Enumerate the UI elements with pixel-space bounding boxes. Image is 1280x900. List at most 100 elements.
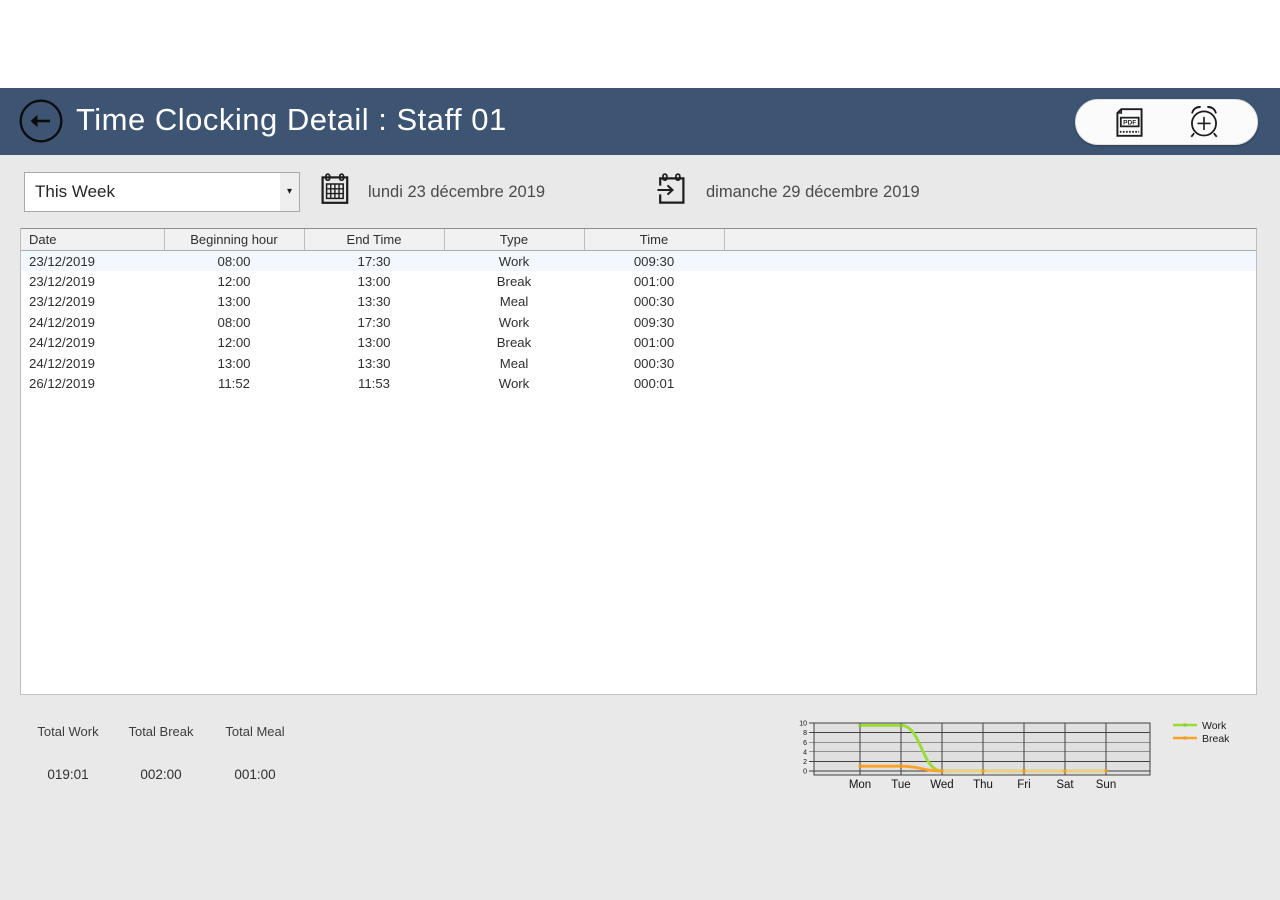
table-cell: 13:30 (304, 353, 444, 373)
chevron-down-icon: ▾ (287, 187, 292, 197)
export-pdf-button[interactable]: PDF (1107, 102, 1151, 142)
total-work-stat: Total Work 019:01 (20, 724, 116, 782)
header-actions: PDF (1075, 99, 1258, 145)
table-cell: 000:30 (584, 292, 724, 312)
total-work-label: Total Work (20, 724, 116, 739)
weekly-hours-chart: 0 2 4 6 8 10 Mon Tue Wed Thu Fri Sat Sun WorkBreak (790, 700, 1260, 800)
start-date-label: lundi 23 décembre 2019 (368, 172, 545, 212)
table-cell: 12:00 (164, 333, 304, 353)
start-date-picker[interactable] (320, 173, 350, 209)
svg-text:Sat: Sat (1056, 779, 1074, 791)
table-cell: 009:30 (584, 312, 724, 332)
table-cell: 000:30 (584, 353, 724, 373)
total-meal-value: 001:00 (207, 767, 303, 782)
table-cell: Break (444, 271, 584, 291)
time-entries-table: DateBeginning hourEnd TimeTypeTime 23/12… (20, 228, 1257, 695)
svg-text:10: 10 (799, 721, 807, 728)
table-cell: 17:30 (304, 312, 444, 332)
table-cell (724, 353, 1256, 373)
svg-text:6: 6 (803, 740, 807, 747)
table-cell (724, 271, 1256, 291)
column-header[interactable]: End Time (304, 229, 444, 251)
chart-legend: WorkBreak (1173, 720, 1230, 745)
table-cell: 24/12/2019 (21, 353, 164, 373)
table-row[interactable]: 23/12/201908:0017:30Work009:30 (21, 251, 1256, 272)
table-cell: 17:30 (304, 251, 444, 272)
table-header-row: DateBeginning hourEnd TimeTypeTime (21, 229, 1256, 251)
svg-text:0: 0 (803, 769, 807, 776)
period-select-value: This Week (25, 182, 280, 202)
table-cell: 13:00 (304, 333, 444, 353)
table-cell (724, 292, 1256, 312)
svg-text:Work: Work (1202, 720, 1227, 732)
svg-text:PDF: PDF (1123, 119, 1136, 126)
table-cell (724, 312, 1256, 332)
svg-text:Tue: Tue (891, 779, 910, 791)
table-cell (724, 333, 1256, 353)
calendar-goto-icon (657, 173, 687, 205)
dropdown-arrow-zone: ▾ (280, 173, 299, 211)
table-cell: Meal (444, 353, 584, 373)
period-select[interactable]: This Week ▾ (24, 172, 300, 212)
table-cell: 13:30 (304, 292, 444, 312)
pdf-file-icon: PDF (1111, 108, 1148, 137)
table-cell: Work (444, 373, 584, 393)
column-header[interactable]: Type (444, 229, 584, 251)
table-row[interactable]: 24/12/201912:0013:00Break001:00 (21, 333, 1256, 353)
table-row[interactable]: 24/12/201913:0013:30Meal000:30 (21, 353, 1256, 373)
table-cell: 001:00 (584, 333, 724, 353)
total-break-value: 002:00 (113, 767, 209, 782)
table-cell: 12:00 (164, 271, 304, 291)
svg-text:2: 2 (803, 759, 807, 766)
add-time-entry-button[interactable] (1182, 102, 1226, 142)
app-header-bar: Time Clocking Detail : Staff 01 PDF (0, 88, 1280, 155)
svg-text:Mon: Mon (849, 779, 871, 791)
total-break-label: Total Break (113, 724, 209, 739)
total-meal-stat: Total Meal 001:00 (207, 724, 303, 782)
table-cell: 24/12/2019 (21, 312, 164, 332)
total-work-value: 019:01 (20, 767, 116, 782)
table-body: 23/12/201908:0017:30Work009:3023/12/2019… (21, 251, 1256, 394)
svg-text:Wed: Wed (930, 779, 953, 791)
table-row[interactable]: 23/12/201912:0013:00Break001:00 (21, 271, 1256, 291)
table-cell: 23/12/2019 (21, 271, 164, 291)
table-cell: 11:52 (164, 373, 304, 393)
table-cell: 13:00 (164, 292, 304, 312)
table-cell (724, 251, 1256, 272)
table-cell: 13:00 (304, 271, 444, 291)
table-cell: 23/12/2019 (21, 292, 164, 312)
table-cell: Work (444, 312, 584, 332)
top-white-band (0, 0, 1280, 88)
calendar-icon (320, 173, 350, 205)
back-button[interactable] (18, 98, 64, 144)
table-cell (724, 373, 1256, 393)
svg-text:Fri: Fri (1017, 779, 1030, 791)
end-date-picker[interactable] (657, 173, 687, 209)
column-header[interactable]: Beginning hour (164, 229, 304, 251)
table-cell: 001:00 (584, 271, 724, 291)
table-cell: 24/12/2019 (21, 333, 164, 353)
svg-text:Break: Break (1202, 733, 1230, 745)
table-cell: 13:00 (164, 353, 304, 373)
back-arrow-icon (18, 98, 64, 144)
svg-text:Sun: Sun (1096, 779, 1116, 791)
table-cell: 11:53 (304, 373, 444, 393)
table-row[interactable]: 23/12/201913:0013:30Meal000:30 (21, 292, 1256, 312)
table-cell: Meal (444, 292, 584, 312)
table-cell: 08:00 (164, 251, 304, 272)
svg-text:Thu: Thu (973, 779, 993, 791)
table-cell: 000:01 (584, 373, 724, 393)
column-header[interactable] (724, 229, 1256, 251)
alarm-clock-plus-icon (1185, 103, 1223, 141)
table-cell: 009:30 (584, 251, 724, 272)
table-cell: Work (444, 251, 584, 272)
svg-text:4: 4 (803, 749, 807, 756)
svg-text:8: 8 (803, 730, 807, 737)
table-cell: 08:00 (164, 312, 304, 332)
column-header[interactable]: Time (584, 229, 724, 251)
page-title: Time Clocking Detail : Staff 01 (76, 88, 507, 155)
end-date-label: dimanche 29 décembre 2019 (706, 172, 920, 212)
table-row[interactable]: 26/12/201911:5211:53Work000:01 (21, 373, 1256, 393)
table-row[interactable]: 24/12/201908:0017:30Work009:30 (21, 312, 1256, 332)
column-header[interactable]: Date (21, 229, 164, 251)
